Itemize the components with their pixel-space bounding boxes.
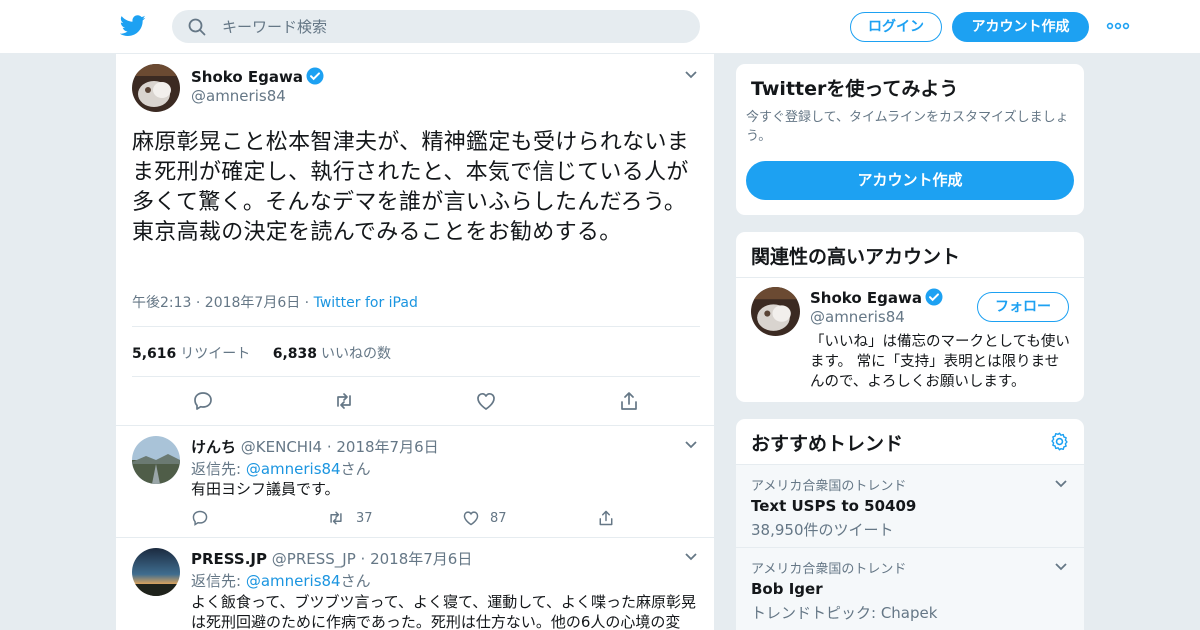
divider [132,326,700,327]
avatar[interactable] [132,64,180,112]
verified-badge-icon [306,67,324,85]
divider [736,277,1084,278]
share-icon[interactable] [618,390,640,412]
chevron-down-icon[interactable] [684,440,698,450]
reply-icon [192,510,208,526]
related-accounts-title: 関連性の高いアカウント [751,246,961,268]
reply-to-suffix: さん [340,572,371,590]
author-name[interactable]: Shoko Egawa [191,68,303,86]
tweet-source-link[interactable]: Twitter for iPad [314,295,418,311]
retweet-count: 5,616 [132,346,177,362]
trend-name[interactable]: Text USPS to 50409 [751,497,916,515]
main-column: Shoko Egawa @amneris84 麻原彰晃こと松本智津夫が、精神鑑定… [115,54,715,630]
tweet-meta: 午後2:13 · 2018年7月6日 · Twitter for iPad [132,292,418,312]
twitter-logo-icon[interactable] [120,14,146,38]
chevron-down-icon[interactable] [684,70,698,80]
related-account-bio: 「いいね」は備忘のマークとしても使います。 常に「支持」表明とは限りませんので、… [810,334,1070,390]
trend-count: トレンドトピック: Chapek [751,604,938,622]
follow-button[interactable]: フォロー [977,292,1069,322]
trend-location: アメリカ合衆国のトレンド [751,479,907,494]
retweet-label: リツイート [180,346,251,362]
signup-card-title: Twitterを使ってみよう [751,78,959,100]
trend-count: 38,950件のツイート [751,521,894,539]
reply-to-link[interactable]: @amneris84 [246,572,341,590]
trends-card: おすすめトレンド アメリカ合衆国のトレンド Text USPS to 50409… [735,418,1085,630]
reply-author: PRESS.JP @PRESS_JP · 2018年7月6日 [191,548,472,569]
signup-card-description: 今すぐ登録して、タイムラインをカスタマイズしましょう。 [746,110,1069,144]
tweet-stats: 5,616 リツイート 6,838 いいねの数 [132,343,391,363]
reply-author-handle[interactable]: @PRESS_JP [272,550,356,568]
retweet-stat[interactable]: 5,616 リツイート [132,346,250,362]
reply-to-link[interactable]: @amneris84 [246,460,341,478]
related-accounts-card: 関連性の高いアカウント Shoko Egawa @amneris84 フォロー … [735,231,1085,403]
share-action[interactable] [597,509,625,527]
login-button[interactable]: ログイン [850,12,942,42]
like-icon [463,511,479,526]
like-icon[interactable] [475,390,497,412]
avatar-image-icon [132,64,180,112]
reply-to: 返信先: @amneris84さん [191,458,371,479]
trend-location: アメリカ合衆国のトレンド [751,562,907,577]
retweet-action[interactable]: 37 [326,509,373,527]
chevron-down-icon[interactable] [1054,562,1068,572]
like-label: いいねの数 [321,346,392,362]
tweet-text: 麻原彰晃こと松本智津夫が、精神鑑定も受けられないまま死刑が確定し、執行されたと、… [132,130,690,245]
signup-card-button[interactable]: アカウント作成 [746,161,1074,200]
reply-to-suffix: さん [340,460,371,478]
related-account-name-row: Shoko Egawa [810,288,943,307]
search-input[interactable] [222,10,682,43]
reply-date[interactable]: · 2018年7月6日 [361,550,473,568]
trends-title: おすすめトレンド [751,433,904,455]
like-action[interactable]: 87 [462,509,507,527]
related-account-name[interactable]: Shoko Egawa [810,289,922,307]
avatar[interactable] [751,287,800,336]
reply-to-prefix: 返信先: [191,460,246,478]
avatar-image-icon [751,287,800,336]
avatar[interactable] [132,548,180,596]
signup-button[interactable]: アカウント作成 [952,12,1089,42]
trend-item[interactable]: アメリカ合衆国のトレンド Bob Iger トレンドトピック: Chapek [736,547,1084,630]
chevron-down-icon[interactable] [684,552,698,562]
reply-tweet[interactable]: PRESS.JP @PRESS_JP · 2018年7月6日 返信先: @amn… [116,537,714,630]
reply-text: 有田ヨシフ議員です。 [191,480,340,498]
avatar-image-icon [132,436,180,484]
tweet-time[interactable]: 午後2:13 · 2018年7月6日 · [132,295,314,311]
divider [132,376,700,377]
avatar-image-icon [132,548,180,596]
share-icon [599,510,613,526]
like-count: 6,838 [272,346,318,362]
chevron-down-icon[interactable] [1054,479,1068,489]
reply-tweet[interactable]: けんち @KENCHI4 · 2018年7月6日 返信先: @amneris84… [116,425,714,537]
trend-name[interactable]: Bob Iger [751,580,823,598]
top-bar: ログイン アカウント作成 [0,0,1200,54]
verified-badge-icon [925,288,943,306]
reply-text: よく飯食って、ブツブツ言って、よく寝て、運動して、よく喋った麻原彰晃は死刑回避の… [191,593,697,630]
signup-card: Twitterを使ってみよう 今すぐ登録して、タイムラインをカスタマイズしましょ… [735,63,1085,216]
more-options-icon[interactable] [1106,19,1130,33]
reply-author-name[interactable]: けんち [191,438,236,456]
reply-action[interactable] [191,509,219,527]
related-account-handle[interactable]: @amneris84 [810,308,905,326]
retweet-icon[interactable] [333,390,355,412]
reply-to-prefix: 返信先: [191,572,246,590]
reply-to: 返信先: @amneris84さん [191,570,371,591]
reply-author: けんち @KENCHI4 · 2018年7月6日 [191,436,439,457]
search-box[interactable] [172,10,700,43]
retweet-icon [330,511,342,525]
avatar[interactable] [132,436,180,484]
search-icon [188,18,206,36]
like-count: 87 [490,510,507,526]
retweet-count: 37 [356,510,373,526]
reply-date[interactable]: · 2018年7月6日 [327,438,439,456]
trend-item[interactable]: アメリカ合衆国のトレンド Text USPS to 50409 38,950件の… [736,464,1084,547]
reply-icon[interactable] [192,390,214,412]
author-handle[interactable]: @amneris84 [191,87,286,105]
like-stat[interactable]: 6,838 いいねの数 [273,346,391,362]
tweet-author: Shoko Egawa [191,67,324,86]
settings-gear-icon[interactable] [1049,431,1070,452]
reply-author-handle[interactable]: @KENCHI4 [241,438,322,456]
reply-author-name[interactable]: PRESS.JP [191,550,267,568]
